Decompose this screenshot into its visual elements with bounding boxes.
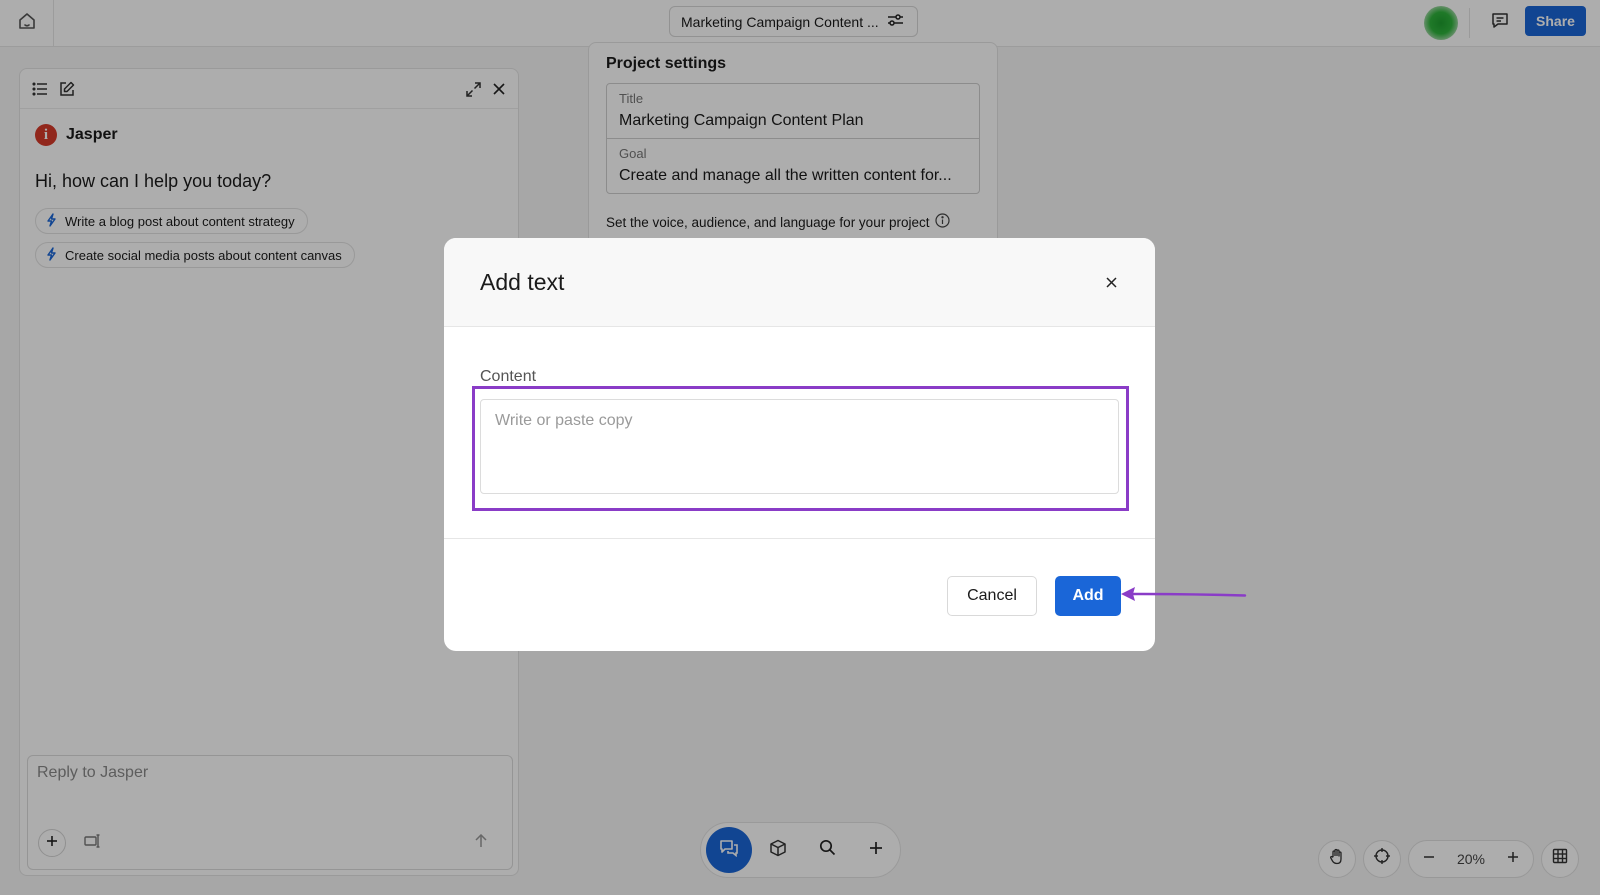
arrow-annotation	[1121, 587, 1247, 601]
close-icon	[1105, 275, 1117, 293]
dialog-title: Add text	[480, 269, 565, 295]
add-button[interactable]: Add	[1055, 576, 1121, 616]
divider	[444, 538, 1155, 539]
content-textarea[interactable]	[480, 399, 1119, 494]
content-label: Content	[480, 368, 537, 385]
add-text-dialog: Add text Content Cancel Add	[444, 238, 1155, 651]
cancel-button[interactable]: Cancel	[947, 576, 1037, 616]
dialog-close-button[interactable]	[1101, 274, 1121, 294]
dialog-header: Add text	[444, 238, 1155, 327]
